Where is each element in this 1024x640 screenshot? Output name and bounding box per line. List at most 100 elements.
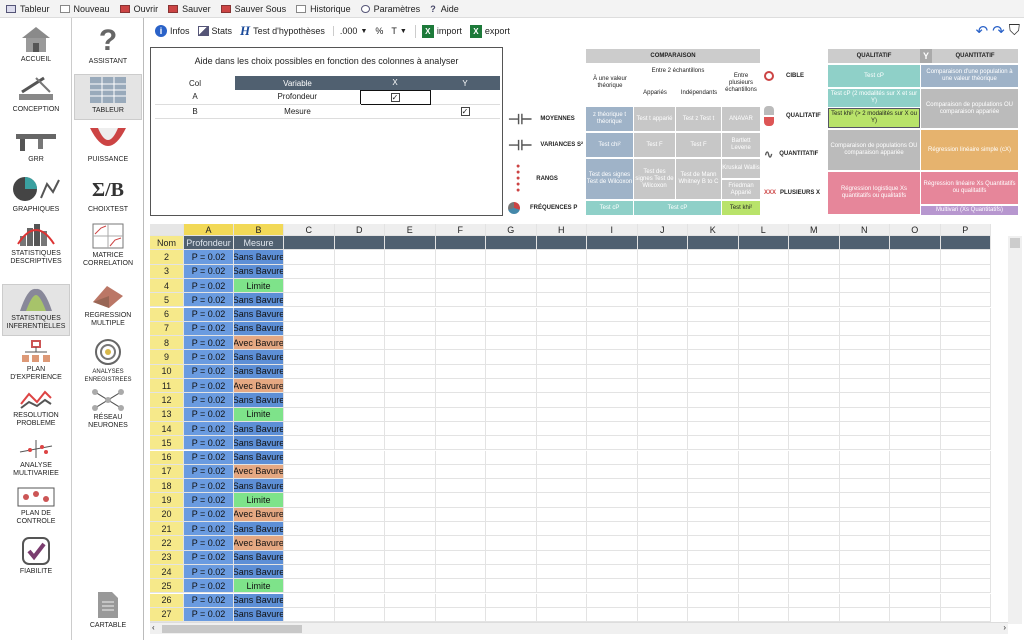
empty-cell[interactable] bbox=[890, 464, 941, 480]
data-cell[interactable]: P = 0.02 bbox=[184, 407, 234, 422]
row-number[interactable]: 20 bbox=[150, 507, 184, 522]
data-cell[interactable]: Avec Bavure bbox=[234, 464, 284, 480]
empty-cell[interactable] bbox=[334, 264, 385, 279]
data-cell[interactable]: P = 0.02 bbox=[184, 550, 234, 565]
empty-cell[interactable] bbox=[435, 593, 486, 608]
empty-cell[interactable] bbox=[839, 607, 890, 623]
empty-cell[interactable] bbox=[536, 607, 587, 623]
empty-cell[interactable] bbox=[789, 393, 840, 408]
empty-cell[interactable] bbox=[486, 522, 537, 537]
empty-cell[interactable] bbox=[587, 293, 638, 308]
empty-cell[interactable] bbox=[385, 379, 436, 394]
empty-cell[interactable] bbox=[435, 336, 486, 351]
empty-cell[interactable] bbox=[839, 564, 890, 580]
empty-cell[interactable] bbox=[789, 321, 840, 337]
empty-cell[interactable] bbox=[738, 593, 789, 608]
empty-cell[interactable] bbox=[738, 250, 789, 265]
x-checkbox-cell[interactable]: ✓ bbox=[359, 89, 431, 105]
empty-cell[interactable] bbox=[839, 436, 890, 451]
font-dropdown[interactable]: T ▼ bbox=[391, 26, 406, 36]
empty-cell[interactable] bbox=[486, 293, 537, 308]
empty-cell[interactable] bbox=[637, 421, 688, 437]
data-cell[interactable]: Avec Bavure bbox=[234, 507, 284, 522]
empty-cell[interactable] bbox=[940, 550, 991, 565]
empty-cell[interactable] bbox=[789, 379, 840, 394]
row-number[interactable]: 27 bbox=[150, 607, 184, 623]
empty-cell[interactable] bbox=[334, 464, 385, 480]
test-cell[interactable]: Test F bbox=[676, 133, 721, 157]
empty-cell[interactable] bbox=[940, 421, 991, 437]
empty-cell[interactable] bbox=[688, 464, 739, 480]
filter-icon[interactable]: ⛉ bbox=[1009, 22, 1020, 40]
corner-cell[interactable] bbox=[150, 224, 184, 236]
nav-resolution-probleme[interactable]: RESOLUTION PROBLEME bbox=[2, 388, 70, 436]
empty-cell[interactable] bbox=[334, 493, 385, 508]
empty-cell[interactable] bbox=[284, 522, 335, 537]
test-cell[interactable]: Friedman Apparié bbox=[722, 180, 760, 199]
nav-statistiques-inferentielles[interactable]: STATISTIQUES INFERENTIELLES bbox=[2, 284, 70, 336]
empty-cell[interactable] bbox=[486, 264, 537, 279]
empty-cell[interactable] bbox=[789, 536, 840, 551]
empty-cell[interactable] bbox=[486, 336, 537, 351]
empty-cell[interactable] bbox=[435, 507, 486, 522]
empty-cell[interactable] bbox=[940, 336, 991, 351]
empty-cell[interactable] bbox=[890, 364, 941, 379]
empty-cell[interactable] bbox=[789, 593, 840, 608]
empty-cell[interactable] bbox=[738, 522, 789, 537]
empty-cell[interactable] bbox=[284, 379, 335, 394]
empty-cell[interactable] bbox=[284, 350, 335, 365]
empty-cell[interactable] bbox=[940, 407, 991, 422]
data-cell[interactable]: Avec Bavure bbox=[234, 336, 284, 351]
empty-cell[interactable] bbox=[738, 321, 789, 337]
empty-cell[interactable] bbox=[435, 407, 486, 422]
empty-cell[interactable] bbox=[587, 507, 638, 522]
empty-cell[interactable] bbox=[688, 293, 739, 308]
nav-graphiques[interactable]: GRAPHIQUES bbox=[2, 174, 70, 220]
empty-cell[interactable] bbox=[789, 264, 840, 279]
empty-cell[interactable] bbox=[284, 579, 335, 594]
empty-cell[interactable] bbox=[738, 550, 789, 565]
empty-cell[interactable] bbox=[486, 436, 537, 451]
empty-cell[interactable] bbox=[385, 250, 436, 265]
empty-cell[interactable] bbox=[890, 278, 941, 294]
empty-cell[interactable] bbox=[839, 407, 890, 422]
data-cell[interactable]: Sans Bavure bbox=[234, 564, 284, 580]
empty-cell[interactable] bbox=[940, 493, 991, 508]
test-cell[interactable]: Test des signes Test de Wilcoxon bbox=[634, 159, 675, 199]
empty-cell[interactable] bbox=[839, 350, 890, 365]
empty-cell[interactable] bbox=[738, 493, 789, 508]
empty-cell[interactable] bbox=[688, 421, 739, 437]
empty-cell[interactable] bbox=[789, 307, 840, 322]
empty-cell[interactable] bbox=[284, 293, 335, 308]
empty-cell[interactable] bbox=[334, 393, 385, 408]
empty-cell[interactable] bbox=[385, 450, 436, 465]
empty-cell[interactable] bbox=[890, 393, 941, 408]
empty-cell[interactable] bbox=[587, 264, 638, 279]
column-header[interactable]: C bbox=[284, 224, 335, 236]
empty-cell[interactable] bbox=[284, 464, 335, 480]
empty-cell[interactable] bbox=[839, 593, 890, 608]
empty-cell[interactable] bbox=[738, 536, 789, 551]
horizontal-scrollbar[interactable]: ‹ › bbox=[150, 622, 1008, 634]
data-cell[interactable]: P = 0.02 bbox=[184, 278, 234, 294]
nav-statistiques-descriptives[interactable]: STATISTIQUES DESCRIPTIVES bbox=[2, 222, 70, 278]
nav-tableur[interactable]: TABLEUR bbox=[74, 74, 142, 120]
empty-cell[interactable] bbox=[839, 307, 890, 322]
y-checkbox-cell[interactable] bbox=[430, 90, 500, 105]
empty-cell[interactable] bbox=[435, 493, 486, 508]
empty-cell[interactable] bbox=[940, 364, 991, 379]
empty-cell[interactable] bbox=[385, 336, 436, 351]
empty-cell[interactable] bbox=[789, 436, 840, 451]
empty-cell[interactable] bbox=[284, 264, 335, 279]
empty-cell[interactable] bbox=[637, 364, 688, 379]
data-cell[interactable]: Sans Bavure bbox=[234, 550, 284, 565]
empty-cell[interactable] bbox=[688, 564, 739, 580]
empty-cell[interactable] bbox=[587, 321, 638, 337]
empty-cell[interactable] bbox=[789, 464, 840, 480]
empty-cell[interactable] bbox=[334, 579, 385, 594]
empty-cell[interactable] bbox=[435, 464, 486, 480]
empty-cell[interactable] bbox=[738, 393, 789, 408]
empty-cell[interactable] bbox=[587, 336, 638, 351]
empty-cell[interactable] bbox=[486, 364, 537, 379]
test-cell[interactable]: Test z Test t bbox=[676, 107, 721, 131]
